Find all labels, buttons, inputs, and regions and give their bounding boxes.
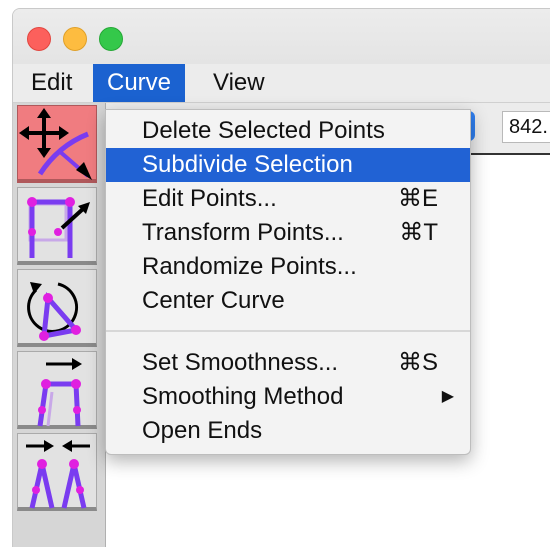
app-window: Edit Curve View 842. Delete Selected Poi…: [12, 8, 550, 547]
menu-item-shortcut: ⌘T: [399, 219, 438, 246]
number-field[interactable]: 842.: [502, 111, 550, 143]
minimize-window-button[interactable]: [63, 27, 87, 51]
menu-item-label: Subdivide Selection: [142, 151, 353, 178]
menu-item-subdivide-selection[interactable]: Subdivide Selection: [106, 148, 470, 182]
menu-bar: Edit Curve View: [13, 64, 550, 103]
menu-item-label: Smoothing Method: [142, 383, 344, 410]
menu-item-label: Delete Selected Points: [142, 117, 385, 144]
tool-palette: [13, 103, 106, 547]
menu-view[interactable]: View: [199, 64, 279, 102]
submenu-arrow-icon: ▶: [441, 388, 454, 405]
close-window-button[interactable]: [27, 27, 51, 51]
menu-item-label: Transform Points...: [142, 219, 344, 246]
scale-points-tool-icon: [27, 197, 90, 258]
menu-item-label: Randomize Points...: [142, 253, 357, 280]
menu-item-label: Edit Points...: [142, 185, 277, 212]
menu-item-edit-points[interactable]: Edit Points... ⌘E: [106, 182, 470, 216]
scale-points-tool-button[interactable]: [17, 187, 97, 265]
rotate-points-tool-button[interactable]: [17, 269, 97, 347]
curve-menu-dropdown: Delete Selected Points Subdivide Selecti…: [105, 109, 471, 455]
compress-points-tool-icon: [26, 440, 90, 509]
menu-separator: [106, 330, 470, 332]
menu-item-randomize-points[interactable]: Randomize Points...: [106, 250, 470, 284]
move-curve-tool-button[interactable]: [17, 105, 97, 183]
spread-points-tool-icon: [37, 358, 82, 427]
zoom-window-button[interactable]: [99, 27, 123, 51]
move-curve-tool-icon: [19, 108, 92, 180]
menu-item-shortcut: ⌘E: [397, 185, 438, 212]
menu-item-center-curve[interactable]: Center Curve: [106, 284, 470, 318]
title-bar: [13, 9, 550, 64]
spread-points-tool-button[interactable]: [17, 351, 97, 429]
menu-item-label: Set Smoothness...: [142, 349, 339, 376]
menu-item-open-ends[interactable]: Open Ends: [106, 414, 470, 448]
menu-item-smoothing-method[interactable]: Smoothing Method ▶: [106, 380, 470, 414]
menu-edit[interactable]: Edit: [17, 64, 86, 102]
menu-item-delete-selected-points[interactable]: Delete Selected Points: [106, 114, 470, 148]
menu-item-transform-points[interactable]: Transform Points... ⌘T: [106, 216, 470, 250]
menu-item-label: Center Curve: [142, 287, 285, 314]
compress-points-tool-button[interactable]: [17, 433, 97, 511]
menu-item-set-smoothness[interactable]: Set Smoothness... ⌘S: [106, 346, 470, 380]
menu-curve[interactable]: Curve: [93, 64, 186, 102]
menu-item-label: Open Ends: [142, 417, 263, 444]
menu-item-shortcut: ⌘S: [397, 349, 438, 376]
rotate-points-tool-icon: [27, 282, 81, 341]
